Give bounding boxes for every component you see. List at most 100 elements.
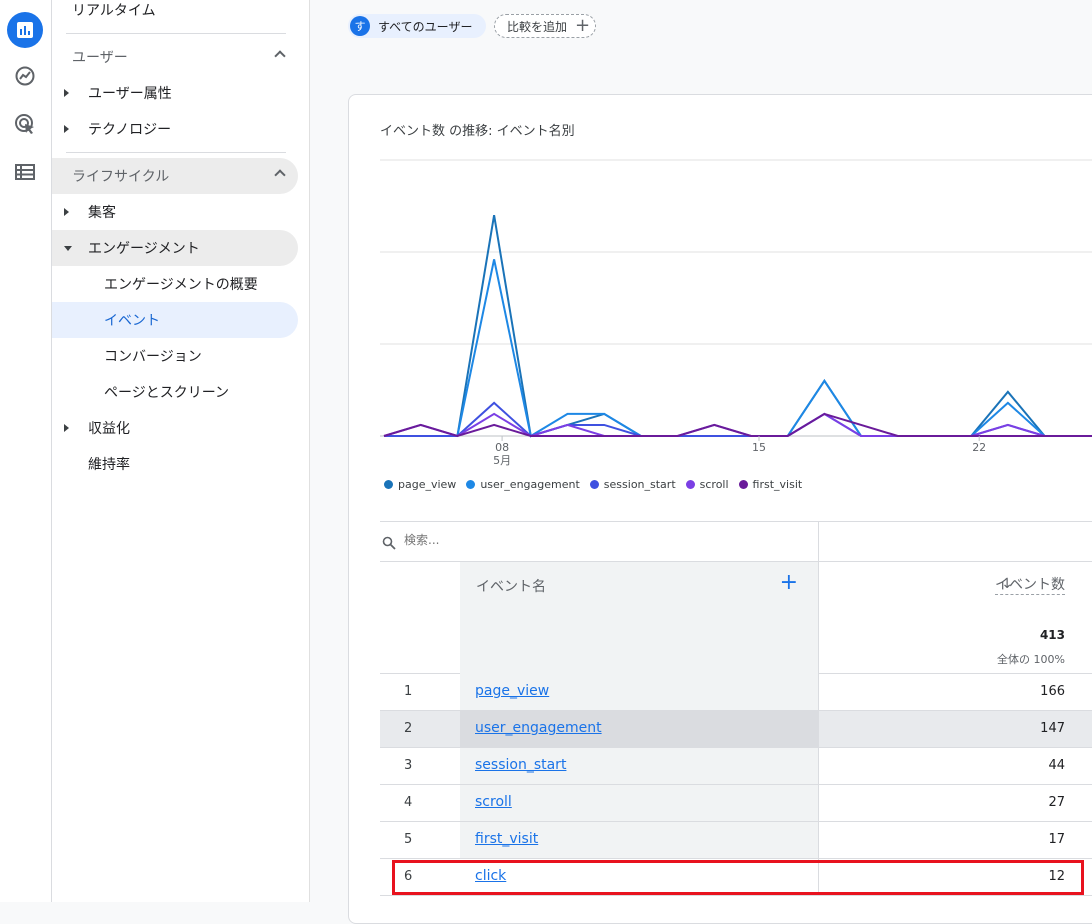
nav-item-conversions[interactable]: コンバージョン: [52, 338, 298, 374]
legend-item-scroll[interactable]: scroll: [685, 478, 729, 491]
legend-item-first_visit[interactable]: first_visit: [738, 478, 803, 491]
event-count-value: 147: [1040, 721, 1065, 736]
nav-item-pages-screens[interactable]: ページとスクリーン: [52, 374, 298, 410]
target-cursor-icon[interactable]: [7, 106, 43, 142]
legend-label: first_visit: [752, 478, 803, 491]
x-tick-label: 22: [972, 441, 986, 454]
event-name-link[interactable]: scroll: [475, 794, 512, 810]
event-count-value: 44: [1048, 758, 1065, 773]
nav-item-label: 収益化: [88, 421, 130, 437]
nav-item-label: ページとスクリーン: [104, 385, 230, 401]
row-index: 3: [404, 758, 413, 773]
legend-label: scroll: [699, 478, 729, 491]
legend-item-session_start[interactable]: session_start: [589, 478, 676, 491]
total-percentage: 全体の 100%: [997, 653, 1065, 666]
section-lifecycle[interactable]: ライフサイクル: [52, 158, 298, 194]
chevron-up-icon: [274, 50, 286, 62]
collapse-arrow-icon: [64, 246, 72, 251]
chip-label: すべてのユーザー: [378, 19, 473, 34]
legend-label: page_view: [398, 478, 457, 491]
nav-item-label: コンバージョン: [104, 349, 202, 365]
column-header-event-count[interactable]: イベント数: [995, 574, 1065, 595]
event-name-header-cell: イベント名 +: [460, 562, 818, 674]
event-count-value: 166: [1040, 684, 1065, 699]
icon-rail: [0, 0, 52, 902]
nav-item-label: エンゲージメント: [88, 241, 200, 257]
nav-item-label: 維持率: [88, 457, 130, 473]
legend-item-user_engagement[interactable]: user_engagement: [466, 478, 580, 491]
search-icon: [382, 536, 396, 550]
nav-item-technology[interactable]: テクノロジー: [52, 111, 298, 147]
legend-dot-icon: [738, 480, 748, 489]
add-comparison-button[interactable]: 比較を追加 +: [494, 14, 596, 38]
nav-item-events[interactable]: イベント: [52, 302, 298, 338]
column-divider: [818, 711, 819, 747]
section-label: ユーザー: [72, 50, 128, 66]
expand-arrow-icon: [64, 125, 69, 133]
legend-dot-icon: [466, 480, 476, 489]
all-users-chip[interactable]: す すべてのユーザー: [348, 14, 486, 38]
nav-item-label: ユーザー属性: [88, 86, 172, 102]
search-input[interactable]: [404, 533, 804, 547]
nav-item-engagement-overview[interactable]: エンゲージメントの概要: [52, 266, 298, 302]
legend-item-page_view[interactable]: page_view: [384, 478, 456, 491]
series-line-session_start: [384, 401, 1092, 438]
divider: [66, 33, 286, 34]
section-label: ライフサイクル: [72, 169, 170, 185]
insights-icon[interactable]: [7, 58, 43, 94]
nav-item-label: イベント: [104, 313, 160, 329]
event-name-link[interactable]: session_start: [475, 757, 566, 773]
series-line-page_view: [384, 215, 1092, 438]
column-divider: [818, 674, 819, 710]
nav-item-realtime[interactable]: リアルタイム: [52, 0, 298, 28]
highlight-annotation-box: [392, 860, 1084, 895]
legend-label: user_engagement: [480, 478, 580, 491]
event-name-link[interactable]: first_visit: [475, 831, 538, 847]
event-name-link[interactable]: user_engagement: [475, 720, 602, 736]
x-tick-label: 15: [752, 441, 766, 454]
chip-label: 比較を追加: [507, 19, 568, 34]
chart-legend: page_view user_engagement session_start scr…: [384, 478, 802, 491]
nav-item-acquisition[interactable]: 集客: [52, 194, 298, 230]
legend-dot-icon: [384, 480, 393, 489]
bar-chart-icon[interactable]: [7, 12, 43, 48]
nav-item-user-attributes[interactable]: ユーザー属性: [52, 75, 298, 111]
expand-arrow-icon: [64, 89, 69, 97]
column-divider: [818, 822, 819, 858]
row-index: 5: [404, 832, 413, 847]
nav-item-label: テクノロジー: [88, 122, 172, 138]
expand-arrow-icon: [64, 208, 69, 216]
series-line-user_engagement: [384, 259, 1092, 438]
add-dimension-plus-icon[interactable]: +: [780, 572, 798, 594]
nav-item-engagement[interactable]: エンゲージメント: [52, 230, 298, 266]
column-divider: [818, 748, 819, 784]
plus-icon: +: [575, 15, 591, 36]
event-count-value: 17: [1048, 832, 1065, 847]
table-row: 4 scroll 27: [380, 785, 1092, 822]
nav-item-label: リアルタイム: [72, 3, 156, 19]
legend-dot-icon: [685, 480, 695, 489]
legend-label: session_start: [603, 478, 676, 491]
table-row: 1 page_view 166: [380, 674, 1092, 711]
table-row: 2 user_engagement 147: [380, 711, 1092, 748]
divider: [66, 152, 286, 153]
list-icon[interactable]: [7, 154, 43, 190]
column-divider: [818, 522, 819, 562]
nav-item-monetization[interactable]: 収益化: [52, 410, 298, 446]
total-value: 413: [1039, 628, 1065, 642]
chart-title: イベント数 の推移: イベント名別: [380, 124, 575, 139]
x-month-label: 5月: [493, 454, 511, 467]
section-user[interactable]: ユーザー: [52, 39, 298, 75]
event-name-link[interactable]: page_view: [475, 683, 549, 699]
nav-item-retention[interactable]: 維持率: [52, 446, 298, 482]
legend-dot-icon: [589, 480, 599, 489]
table-row: 3 session_start 44: [380, 748, 1092, 785]
row-index: 2: [404, 721, 413, 736]
table-row: 5 first_visit 17: [380, 822, 1092, 859]
nav-item-label: 集客: [88, 205, 116, 221]
chevron-up-icon: [274, 169, 286, 181]
row-index: 1: [404, 684, 413, 699]
column-divider: [818, 562, 819, 674]
line-chart: 08 15 22 5月: [380, 159, 1092, 467]
expand-arrow-icon: [64, 424, 69, 432]
